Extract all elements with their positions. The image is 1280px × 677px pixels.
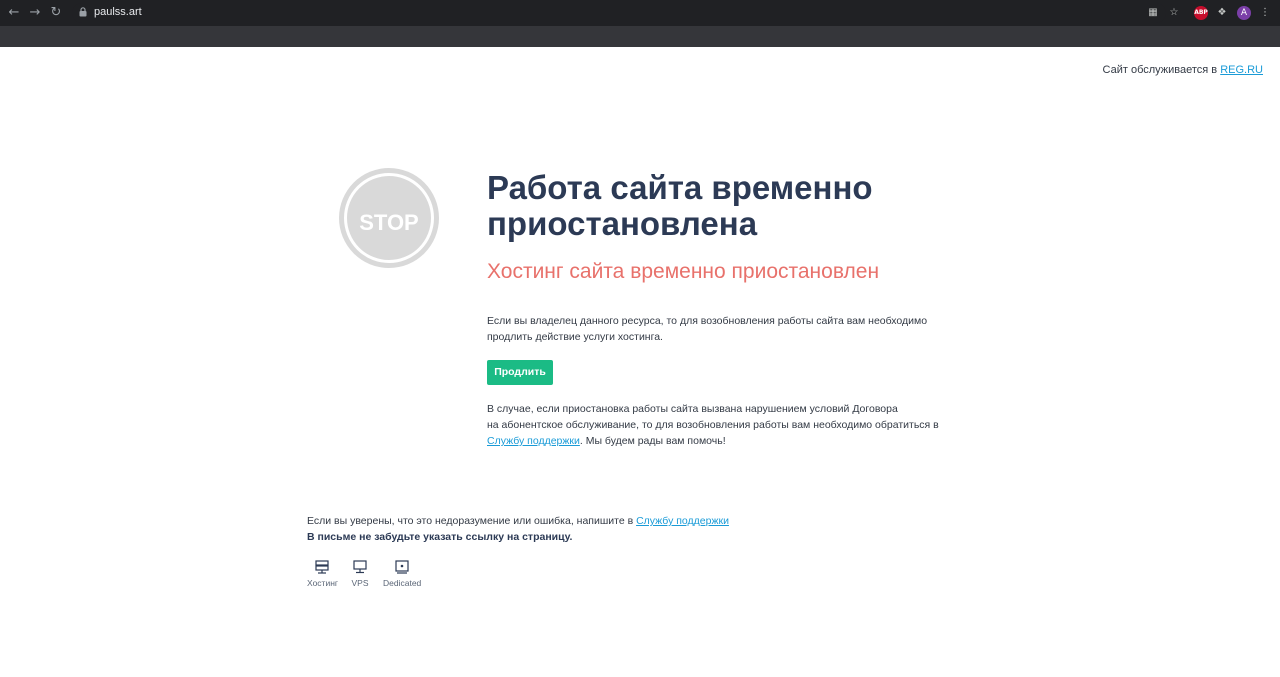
served-by-notice: Сайт обслуживается в REG.RU [1103, 64, 1263, 76]
violation-tail: . Мы будем рады вам помочь! [579, 435, 726, 447]
hosting-icon [315, 560, 329, 574]
reload-icon[interactable]: ↻ [48, 5, 64, 21]
violation-line-1: В случае, если приостановка работы сайта… [487, 403, 898, 415]
misunderstanding-note: Если вы уверены, что это недоразумение и… [307, 513, 729, 529]
violation-paragraph: В случае, если приостановка работы сайта… [487, 401, 947, 449]
url-text[interactable]: paulss.art [94, 6, 142, 18]
stop-sign-label: STOP [359, 210, 419, 235]
avatar[interactable]: A [1237, 6, 1251, 20]
note-bold: В письме не забудьте указать ссылку на с… [307, 531, 573, 543]
page-subtitle: Хостинг сайта временно приостановлен [487, 260, 880, 283]
footer-support-link[interactable]: Службу поддержки [636, 515, 729, 527]
service-label: Хостинг [307, 578, 338, 588]
service-vps[interactable]: VPS [350, 560, 370, 588]
lock-icon [79, 7, 87, 17]
note-text: Если вы уверены, что это недоразумение и… [307, 515, 637, 527]
service-label: VPS [351, 578, 369, 588]
service-label: Dedicated [383, 578, 422, 588]
served-by-text: Сайт обслуживается в [1102, 64, 1221, 76]
owner-paragraph: Если вы владелец данного ресурса, то для… [487, 315, 928, 343]
violation-line-2: на абонентское обслуживание, то для возо… [487, 419, 939, 431]
stop-sign-ring: STOP [344, 173, 434, 263]
browser-chrome: ← → ↻ paulss.art ▦ ☆ ABP ❖ A ⋮ [0, 0, 1280, 47]
renew-button[interactable]: Продлить [487, 360, 553, 385]
puzzle-icon[interactable]: ❖ [1215, 6, 1229, 20]
stop-sign-icon: STOP [339, 168, 439, 268]
regru-link[interactable]: REG.RU [1220, 64, 1263, 76]
adblock-icon[interactable]: ABP [1194, 6, 1208, 20]
translate-icon[interactable]: ▦ [1146, 6, 1160, 20]
forward-icon[interactable]: → [27, 5, 43, 21]
kebab-menu-icon[interactable]: ⋮ [1258, 6, 1272, 20]
page-title: Работа сайта временно приостановлена [487, 169, 873, 242]
address-bar[interactable] [72, 3, 1166, 23]
service-dedicated[interactable]: Dedicated [383, 560, 421, 588]
service-hosting[interactable]: Хостинг [307, 560, 338, 588]
dedicated-icon [395, 560, 409, 574]
star-icon[interactable]: ☆ [1167, 6, 1181, 20]
vps-icon [353, 560, 367, 574]
back-icon[interactable]: ← [6, 5, 22, 21]
support-link[interactable]: Службу поддержки [487, 435, 580, 447]
